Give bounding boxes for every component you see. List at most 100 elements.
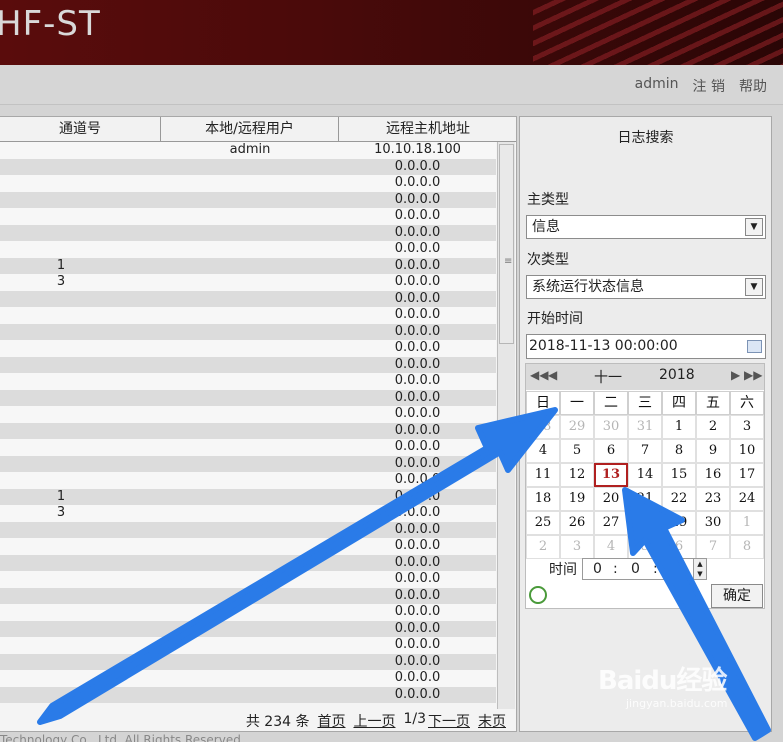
first-page-link[interactable]: 首页 — [317, 711, 345, 731]
calendar-day[interactable]: 27 — [594, 511, 628, 535]
ok-button[interactable]: 确定 — [711, 584, 763, 608]
calendar-day[interactable]: 31 — [628, 415, 662, 439]
calendar-day[interactable]: 14 — [628, 463, 662, 487]
table-row[interactable]: 1 0.0.0.0 — [0, 257, 496, 274]
calendar-day[interactable]: 8 — [662, 439, 696, 463]
calendar-day[interactable]: 9 — [696, 439, 730, 463]
table-row[interactable]: 0.0.0.0 — [0, 686, 496, 703]
calendar-day[interactable]: 2 — [696, 415, 730, 439]
table-row[interactable]: 0.0.0.0 — [0, 439, 496, 456]
next-page-link[interactable]: 下一页 — [428, 711, 470, 731]
prev-month-icon[interactable]: ◀ — [548, 368, 557, 382]
prev-year-icon[interactable]: ◀◀ — [530, 368, 548, 382]
calendar-day[interactable]: 21 — [628, 487, 662, 511]
table-row[interactable]: 0.0.0.0 — [0, 373, 496, 390]
calendar-day[interactable]: 16 — [696, 463, 730, 487]
calendar-day[interactable]: 18 — [526, 487, 560, 511]
calendar-month[interactable]: 十一 — [594, 367, 622, 387]
main-type-select[interactable]: 信息 ▼ — [526, 215, 766, 239]
table-row[interactable]: 0.0.0.0 — [0, 554, 496, 571]
chevron-down-icon[interactable]: ▼ — [745, 218, 763, 236]
table-row[interactable]: 0.0.0.0 — [0, 472, 496, 489]
table-row[interactable]: 0.0.0.0 — [0, 571, 496, 588]
logout-link[interactable]: 注 销 — [693, 76, 725, 96]
table-row[interactable]: 3 0.0.0.0 — [0, 274, 496, 291]
calendar-day[interactable]: 30 — [594, 415, 628, 439]
col-channel[interactable]: 通道号 — [0, 117, 161, 141]
table-row[interactable]: 0.0.0.0 — [0, 191, 496, 208]
table-row[interactable]: 0.0.0.0 — [0, 323, 496, 340]
table-row[interactable]: 0.0.0.0 — [0, 587, 496, 604]
calendar-day[interactable]: 7 — [628, 439, 662, 463]
calendar-day[interactable]: 24 — [730, 487, 764, 511]
table-row[interactable]: 0.0.0.0 — [0, 356, 496, 373]
calendar-day[interactable]: 11 — [526, 463, 560, 487]
table-row[interactable]: 0.0.0.0 — [0, 241, 496, 258]
table-row[interactable]: 0.0.0.0 — [0, 290, 496, 307]
sub-type-select[interactable]: 系统运行状态信息 ▼ — [526, 275, 766, 299]
calendar-day[interactable]: 12 — [560, 463, 594, 487]
table-row[interactable]: 3 0.0.0.0 — [0, 505, 496, 522]
table-row[interactable]: 0.0.0.0 — [0, 670, 496, 687]
refresh-icon[interactable] — [529, 586, 547, 604]
table-row[interactable]: 0.0.0.0 — [0, 637, 496, 654]
table-row[interactable]: 0.0.0.0 — [0, 455, 496, 472]
calendar-day[interactable]: 5 — [628, 535, 662, 559]
calendar-day[interactable]: 4 — [526, 439, 560, 463]
calendar-day[interactable]: 3 — [730, 415, 764, 439]
chevron-down-icon[interactable]: ▼ — [745, 278, 763, 296]
calendar-year[interactable]: 2018 — [659, 367, 695, 383]
calendar-day[interactable]: 20 — [594, 487, 628, 511]
last-page-link[interactable]: 末页 — [478, 711, 506, 731]
prev-page-link[interactable]: 上一页 — [353, 711, 395, 731]
scrollbar-thumb[interactable]: ≡ — [499, 144, 514, 344]
table-row[interactable]: 1 0.0.0.0 — [0, 488, 496, 505]
table-row[interactable]: 0.0.0.0 — [0, 653, 496, 670]
table-row[interactable]: 0.0.0.0 — [0, 604, 496, 621]
table-row[interactable]: 0.0.0.0 — [0, 175, 496, 192]
col-host[interactable]: 远程主机地址 — [339, 117, 517, 141]
time-minute[interactable]: 0 — [631, 561, 640, 577]
calendar-day[interactable]: 23 — [696, 487, 730, 511]
table-row[interactable]: 0.0.0.0 — [0, 538, 496, 555]
table-row[interactable]: 0.0.0.0 — [0, 422, 496, 439]
calendar-day[interactable]: 17 — [730, 463, 764, 487]
table-row[interactable]: 0.0.0.0 — [0, 340, 496, 357]
calendar-day[interactable]: 25 — [526, 511, 560, 535]
calendar-day[interactable]: 2 — [526, 535, 560, 559]
next-year-icon[interactable]: ▶▶ — [744, 368, 762, 382]
calendar-day[interactable]: 15 — [662, 463, 696, 487]
calendar-day[interactable]: 28 — [526, 415, 560, 439]
calendar-day[interactable]: 29 — [662, 511, 696, 535]
table-row[interactable]: 0.0.0.0 — [0, 208, 496, 225]
table-row[interactable]: 0.0.0.0 — [0, 406, 496, 423]
table-row[interactable]: admin 10.10.18.100 — [0, 142, 496, 159]
calendar-day[interactable]: 29 — [560, 415, 594, 439]
user-link[interactable]: admin — [635, 76, 679, 96]
calendar-day[interactable]: 28 — [628, 511, 662, 535]
calendar-icon[interactable] — [747, 340, 762, 353]
calendar-day[interactable]: 26 — [560, 511, 594, 535]
time-input[interactable]: 0 : 0 : — [582, 558, 694, 580]
table-row[interactable]: 0.0.0.0 — [0, 224, 496, 241]
col-user[interactable]: 本地/远程用户 — [161, 117, 339, 141]
time-hour[interactable]: 0 — [593, 561, 602, 577]
calendar-day[interactable]: 7 — [696, 535, 730, 559]
start-time-input[interactable]: 2018-11-13 00:00:00 — [526, 334, 766, 359]
table-row[interactable]: 0.0.0.0 — [0, 389, 496, 406]
next-month-icon[interactable]: ▶ — [731, 368, 740, 382]
table-scrollbar[interactable]: ≡ — [497, 142, 515, 712]
calendar-day[interactable]: 1 — [730, 511, 764, 535]
calendar-day[interactable]: 19 — [560, 487, 594, 511]
table-row[interactable]: 0.0.0.0 — [0, 521, 496, 538]
calendar-day[interactable]: 5 — [560, 439, 594, 463]
calendar-day[interactable]: 30 — [696, 511, 730, 535]
calendar-day[interactable]: 22 — [662, 487, 696, 511]
calendar-day-selected[interactable]: 13 — [594, 463, 628, 487]
table-row[interactable]: 0.0.0.0 — [0, 307, 496, 324]
calendar-day[interactable]: 6 — [594, 439, 628, 463]
calendar-day[interactable]: 1 — [662, 415, 696, 439]
calendar-day[interactable]: 3 — [560, 535, 594, 559]
help-link[interactable]: 帮助 — [739, 76, 767, 96]
table-row[interactable]: 0.0.0.0 — [0, 158, 496, 175]
